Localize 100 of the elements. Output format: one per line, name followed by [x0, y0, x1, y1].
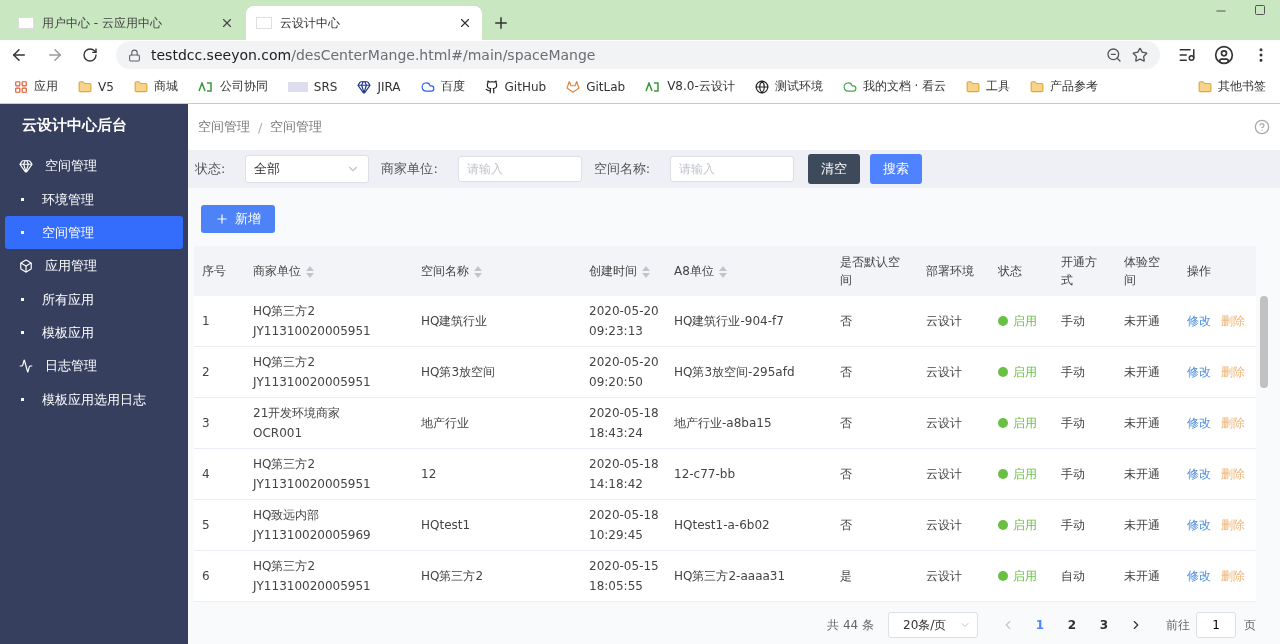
monitor-icon [19, 359, 33, 373]
edit-link[interactable]: 修改 [1187, 414, 1211, 432]
scrollbar-thumb[interactable] [1260, 296, 1268, 388]
table-cell-text: 未开通 [1123, 313, 1161, 330]
breadcrumb-item[interactable]: 空间管理 [270, 118, 323, 136]
table-cell-text: 2 [201, 364, 211, 381]
table-cell-text: 云设计 [925, 313, 963, 330]
status-text: 启用 [1013, 567, 1037, 585]
bookmark-label[interactable]: 其他书签 [1218, 78, 1266, 95]
browser-tab[interactable]: 用户中心 - 云应用中心 [8, 6, 244, 40]
bookmark-label[interactable]: 工具 [986, 78, 1011, 95]
status-text: 启用 [1013, 363, 1037, 381]
table-cell-text: 地产行业-a8ba15 [673, 415, 773, 432]
table-cell-text: 2020-05-20 09:23:13 [588, 303, 660, 340]
menu-item[interactable]: 所有应用 [5, 283, 183, 316]
plus-icon [215, 212, 229, 226]
edit-link[interactable]: 修改 [1187, 567, 1211, 585]
table-cell-text: 未开通 [1123, 466, 1161, 483]
space-name-field[interactable]: 请输入 [670, 156, 795, 182]
goto-suffix: 页 [1244, 616, 1256, 634]
bookmark-label[interactable]: 应用 [34, 78, 58, 95]
folder-icon [966, 79, 981, 94]
table-cell-text: 否 [839, 415, 853, 432]
table-cell-text: 否 [839, 466, 853, 483]
edit-link[interactable]: 修改 [1187, 465, 1211, 483]
table-cell-text: 12 [420, 466, 438, 483]
table-cell-text: HQ第三方2 [420, 568, 485, 585]
breadcrumb-item[interactable]: 空间管理 [198, 118, 250, 136]
bookmark-label[interactable]: 我的文档 · 看云 [862, 78, 947, 95]
goto-field[interactable]: 1 [1196, 612, 1236, 638]
clear-button[interactable]: 清空 [808, 154, 861, 184]
column-header[interactable]: A8单位 [674, 264, 714, 278]
page-button[interactable]: 2 [1056, 611, 1088, 639]
column-header: 状态 [998, 264, 1022, 278]
browser-tab[interactable]: 云设计中心 [246, 6, 482, 40]
back-icon[interactable] [10, 46, 28, 64]
table-cell-text: HQ第三方2 JY11310020005951 [251, 456, 372, 493]
forward-icon[interactable] [46, 46, 64, 64]
table-cell-text: 未开通 [1123, 568, 1161, 585]
column-header[interactable]: 商家单位 [253, 264, 301, 278]
table-cell-text: 否 [839, 364, 853, 381]
address-bar[interactable]: testdcc.seeyon.com/desCenterMange.html#/main/spaceMange [116, 41, 1160, 69]
bookmark-label[interactable]: JIRA [377, 79, 401, 94]
table-cell-text: 12-c77-bb [673, 466, 737, 483]
menu-item[interactable]: 模板应用选用日志 [5, 383, 183, 416]
status-text: 启用 [1013, 516, 1037, 534]
page-button[interactable]: 3 [1088, 611, 1120, 639]
bookmark-label[interactable]: GitLab [586, 79, 626, 94]
table-cell-text: 是 [839, 568, 853, 585]
menu-item[interactable]: 空间管理 [5, 216, 183, 249]
bookmark-label[interactable]: V8.0-云设计 [667, 78, 735, 95]
bookmark-label[interactable]: 百度 [440, 78, 465, 95]
github-icon [484, 79, 499, 94]
table-cell-text: 未开通 [1123, 517, 1161, 534]
filter-label: 空间名称: [593, 160, 651, 178]
table-cell-text: 2020-05-18 14:18:42 [588, 456, 660, 493]
menu-section[interactable]: 空间管理 [45, 157, 97, 175]
table-cell-text: 2020-05-20 09:20:50 [588, 354, 660, 391]
column-header: 体验空间 [1124, 255, 1160, 287]
star-icon[interactable] [1132, 47, 1148, 63]
close-icon[interactable] [220, 16, 234, 30]
table-cell-text: 云设计 [925, 466, 963, 483]
search-button[interactable]: 搜索 [870, 154, 923, 184]
edit-link[interactable]: 修改 [1187, 363, 1211, 381]
close-icon[interactable] [458, 16, 472, 30]
menu-item[interactable]: 模板应用 [5, 316, 183, 349]
bookmark-label[interactable]: SRS [313, 79, 338, 94]
bookmark-label[interactable]: V5 [98, 79, 114, 94]
status-text: 启用 [1013, 414, 1037, 432]
menu-section[interactable]: 日志管理 [45, 357, 97, 375]
table-cell-text: HQ第三方2 JY11310020005951 [251, 303, 372, 340]
add-button[interactable]: 新增 [201, 205, 275, 233]
column-header: 序号 [202, 264, 226, 278]
maximize-icon[interactable] [1254, 4, 1266, 16]
url-path: /desCenterMange.html#/main/spaceMange [291, 47, 596, 63]
page-size-select[interactable]: 20条/页 [888, 612, 978, 638]
bookmark-label[interactable]: 测试环境 [774, 78, 823, 95]
menu-section[interactable]: 应用管理 [45, 257, 97, 275]
reload-icon[interactable] [82, 47, 98, 63]
new-tab-icon[interactable] [492, 14, 510, 32]
profile-icon[interactable] [1214, 45, 1234, 65]
zoom-out-icon[interactable] [1106, 47, 1122, 63]
bookmark-label[interactable]: 商城 [153, 78, 178, 95]
table-cell-text: 未开通 [1123, 415, 1161, 432]
table-cell-text: 手动 [1060, 364, 1086, 381]
menu-item[interactable]: 环境管理 [5, 183, 183, 216]
merchant-field[interactable]: 请输入 [457, 156, 582, 182]
bookmark-label[interactable]: GitHub [504, 79, 547, 94]
status-text: 启用 [1013, 465, 1037, 483]
media-icon[interactable] [1178, 46, 1196, 64]
bookmark-label[interactable]: 产品参考 [1050, 78, 1099, 95]
table-cell-text: HQ建筑行业 [420, 313, 489, 330]
edit-link[interactable]: 修改 [1187, 312, 1211, 330]
folder-icon [133, 79, 148, 94]
bookmark-label[interactable]: 公司协同 [219, 78, 268, 95]
edit-link[interactable]: 修改 [1187, 516, 1211, 534]
status-select[interactable]: 全部 [245, 155, 370, 183]
column-header[interactable]: 空间名称 [421, 264, 469, 278]
goto-label: 前往 [1166, 616, 1190, 634]
column-header[interactable]: 创建时间 [589, 264, 637, 278]
